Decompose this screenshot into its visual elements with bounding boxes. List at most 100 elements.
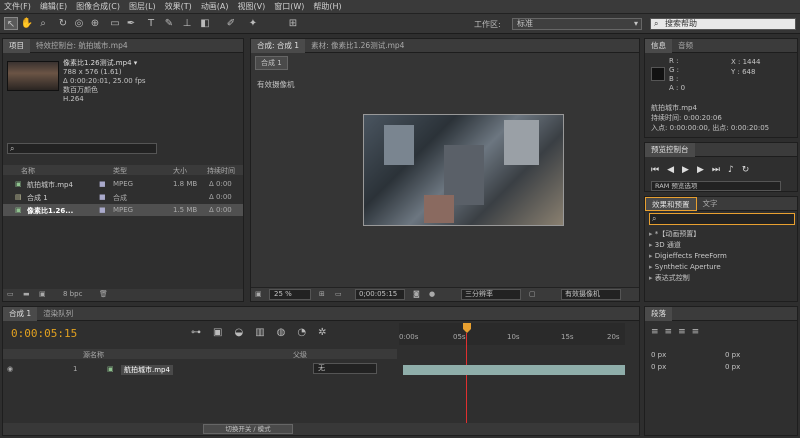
indent-right-value[interactable]: 0 px xyxy=(725,349,740,361)
puppet-tool-icon[interactable]: ✦ xyxy=(246,17,260,30)
justify-icon[interactable]: ≡ xyxy=(692,327,706,337)
align-center-icon[interactable]: ≡ xyxy=(665,327,679,337)
text-tool-icon[interactable]: T xyxy=(144,17,158,30)
motion-blur-icon[interactable]: ◍ xyxy=(277,327,298,338)
snap-icon[interactable]: ⊞ xyxy=(286,17,300,30)
effect-category[interactable]: 表达式控制 xyxy=(645,273,795,284)
effect-category[interactable]: *【动画预置】 xyxy=(645,229,795,240)
layer-name[interactable]: 航拍城市.mp4 xyxy=(121,365,173,375)
tab-info[interactable]: 信息 xyxy=(645,38,672,53)
col-type[interactable]: 类型 xyxy=(113,166,127,176)
menu-layer[interactable]: 图层(L) xyxy=(129,1,156,12)
trash-icon[interactable]: 🗑 xyxy=(99,290,108,298)
workspace-select[interactable]: 标准 ▾ xyxy=(512,18,642,30)
eraser-tool-icon[interactable]: ◧ xyxy=(198,17,212,30)
effects-search-input[interactable]: ⌕ xyxy=(649,213,795,225)
menu-animation[interactable]: 动画(A) xyxy=(201,1,229,12)
first-frame-icon[interactable]: ⏮ xyxy=(651,165,667,175)
pan-behind-tool-icon[interactable]: ⊕ xyxy=(88,17,102,30)
view-select[interactable]: 有效摄像机 xyxy=(561,289,621,300)
menu-help[interactable]: 帮助(H) xyxy=(313,1,341,12)
col-parent[interactable]: 父级 xyxy=(293,350,307,360)
toggle-switches-modes-button[interactable]: 切换开关 / 模式 xyxy=(203,424,293,434)
indent-left-value[interactable]: 0 px xyxy=(651,349,666,361)
comp-viewer-footage[interactable] xyxy=(363,114,564,226)
current-time-indicator[interactable] xyxy=(466,333,467,433)
audio-icon[interactable]: ♪ xyxy=(728,165,742,175)
interpret-footage-icon[interactable]: ▭ xyxy=(7,290,14,298)
tab-composition[interactable]: 合成: 合成 1 xyxy=(251,38,306,53)
tab-effect-controls[interactable]: 特效控制台: 航拍城市.mp4 xyxy=(30,39,134,53)
pen-tool-icon[interactable]: ✒ xyxy=(124,17,138,30)
layer-duration-bar[interactable] xyxy=(403,365,625,375)
menu-edit[interactable]: 编辑(E) xyxy=(40,1,67,12)
project-row[interactable]: ▣ 像素比1.26... ■ MPEG 1.5 MB Δ 0:00 xyxy=(3,204,243,216)
footage-name[interactable]: 像素比1.26测试.mp4 ▾ xyxy=(63,59,146,68)
graph-editor-icon[interactable]: ◔ xyxy=(297,327,318,338)
menu-window[interactable]: 窗口(W) xyxy=(274,1,304,12)
rectangle-tool-icon[interactable]: ▭ xyxy=(108,17,122,30)
tab-render-queue[interactable]: 渲染队列 xyxy=(37,307,79,321)
clone-stamp-tool-icon[interactable]: ⊥ xyxy=(180,17,194,30)
tab-effects-presets[interactable]: 效果和预置 xyxy=(645,196,697,211)
next-frame-icon[interactable]: ▶ xyxy=(697,165,712,175)
roto-brush-tool-icon[interactable]: ✐ xyxy=(224,17,238,30)
project-search-input[interactable]: ⌕ xyxy=(7,143,157,154)
always-preview-icon[interactable]: ▣ xyxy=(255,290,262,298)
tab-preview[interactable]: 预览控制台 xyxy=(645,142,695,157)
color-channel-icon[interactable]: ● xyxy=(429,290,435,298)
brush-tool-icon[interactable]: ✎ xyxy=(162,17,176,30)
effect-category[interactable]: 3D 通道 xyxy=(645,240,795,251)
effect-category[interactable]: Synthetic Aperture xyxy=(645,262,795,273)
brainstorm-icon[interactable]: ✲ xyxy=(318,327,338,338)
menu-effect[interactable]: 效果(T) xyxy=(165,1,192,12)
camera-tool-icon[interactable]: ◎ xyxy=(72,17,86,30)
tab-footage[interactable]: 素材: 像素比1.26测试.mp4 xyxy=(305,39,410,53)
bpc-label[interactable]: 8 bpc xyxy=(63,290,82,298)
tab-paragraph[interactable]: 段落 xyxy=(645,306,672,321)
comp-breadcrumb[interactable]: 合成 1 xyxy=(255,56,288,70)
new-folder-icon[interactable]: ▬ xyxy=(23,290,30,298)
space-before-value[interactable]: 0 px xyxy=(651,361,666,373)
mask-icon[interactable]: ▭ xyxy=(335,290,342,298)
region-icon[interactable]: ▢ xyxy=(529,290,536,298)
layer-row[interactable]: ◉ 1 ▣ 航拍城市.mp4 无 xyxy=(3,363,397,375)
search-help-input[interactable]: ⌕ 搜索帮助 xyxy=(650,18,796,30)
tab-comp1[interactable]: 合成 1 xyxy=(3,306,38,321)
col-size[interactable]: 大小 xyxy=(173,166,187,176)
rotate-tool-icon[interactable]: ↻ xyxy=(56,17,70,30)
project-row[interactable]: ▤ 合成 1 ■ 合成 Δ 0:00 xyxy=(3,191,243,203)
col-duration[interactable]: 持续时间 xyxy=(207,166,235,176)
grid-icon[interactable]: ⊞ xyxy=(319,290,325,298)
selection-tool-icon[interactable]: ↖ xyxy=(4,17,18,30)
menu-file[interactable]: 文件(F) xyxy=(4,1,31,12)
effect-category[interactable]: Digieffects FreeForm xyxy=(645,251,795,262)
shy-icon[interactable]: ◒ xyxy=(234,327,255,338)
visibility-icon[interactable]: ◉ xyxy=(7,365,13,373)
parent-select[interactable]: 无 xyxy=(313,363,377,374)
loop-icon[interactable]: ↻ xyxy=(742,165,758,175)
col-name[interactable]: 名称 xyxy=(21,166,35,176)
time-ruler[interactable]: 0:00s 05s 10s 15s 20s xyxy=(399,323,625,345)
tab-audio[interactable]: 音频 xyxy=(672,39,699,53)
previous-frame-icon[interactable]: ◀ xyxy=(667,165,682,175)
play-icon[interactable]: ▶ xyxy=(682,165,697,175)
timeline-timecode[interactable]: 0:00:05:15 xyxy=(11,327,77,340)
zoom-select[interactable]: 25 % xyxy=(269,289,311,300)
comp-timecode[interactable]: 0;00:05:15 xyxy=(355,289,405,300)
draft-3d-icon[interactable]: ▣ xyxy=(213,327,234,338)
resolution-select[interactable]: 三分辨率 xyxy=(461,289,521,300)
hand-tool-icon[interactable]: ✋ xyxy=(20,17,34,30)
comp-mini-flowchart-icon[interactable]: ⊶ xyxy=(191,327,213,338)
menu-composition[interactable]: 图像合成(C) xyxy=(76,1,120,12)
ram-preview-options[interactable]: RAM 预览选项 xyxy=(651,181,781,191)
space-after-value[interactable]: 0 px xyxy=(725,361,740,373)
zoom-tool-icon[interactable]: ⌕ xyxy=(36,17,50,30)
last-frame-icon[interactable]: ⏭ xyxy=(712,165,728,175)
tab-project[interactable]: 项目 xyxy=(3,38,30,53)
col-source-name[interactable]: 源名称 xyxy=(83,350,104,360)
align-right-icon[interactable]: ≡ xyxy=(678,327,692,337)
project-row[interactable]: ▣ 航拍城市.mp4 ■ MPEG 1.8 MB Δ 0:00 xyxy=(3,178,243,190)
frame-blend-icon[interactable]: ▥ xyxy=(255,327,276,338)
menu-view[interactable]: 视图(V) xyxy=(238,1,266,12)
